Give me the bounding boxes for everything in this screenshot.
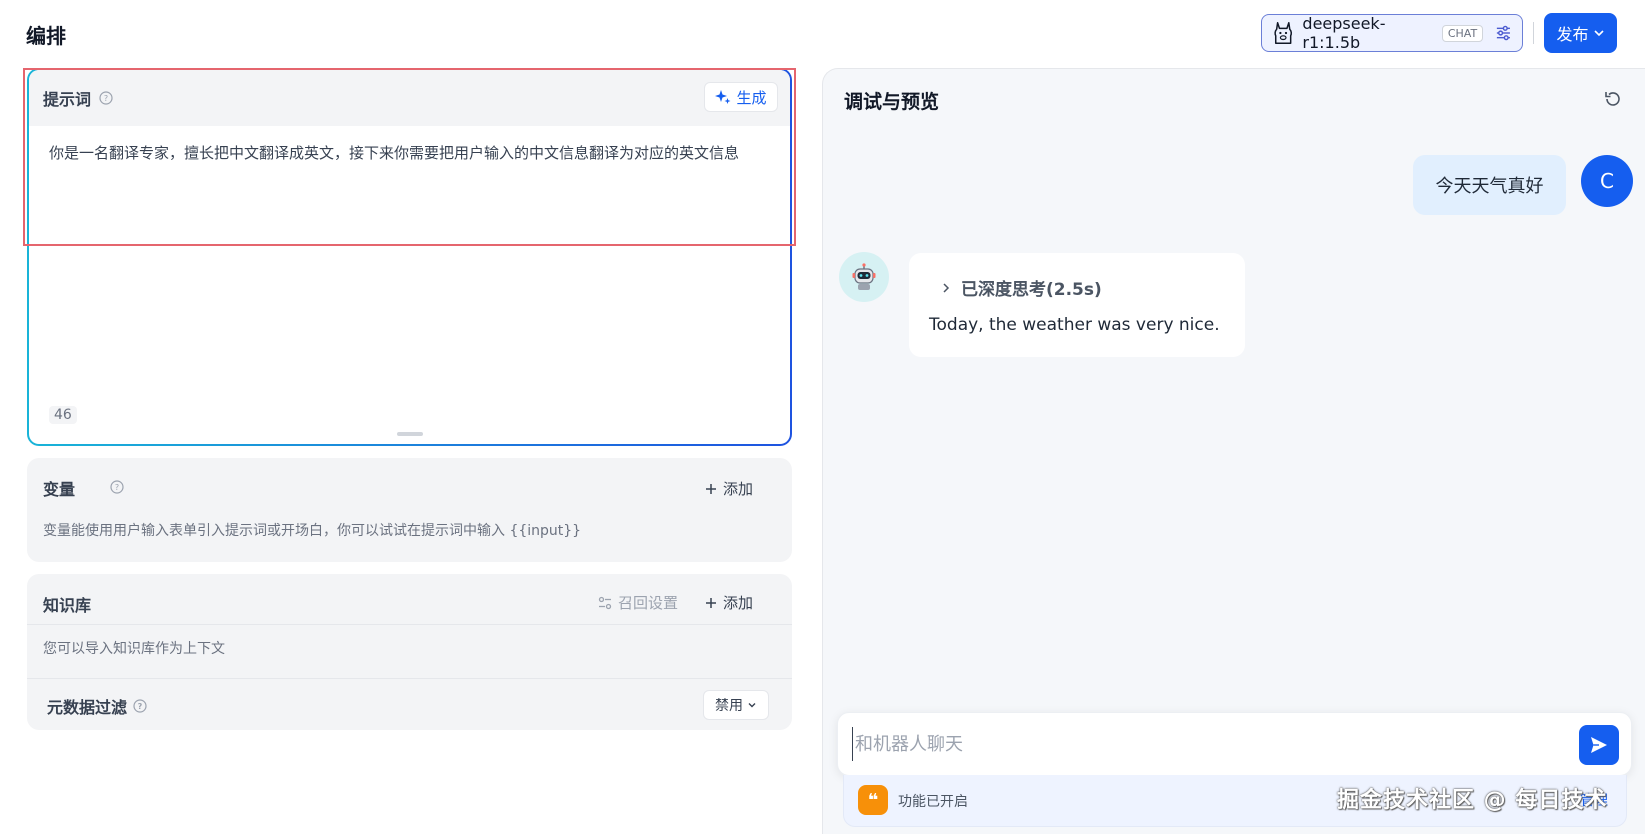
svg-text:?: ?	[115, 483, 119, 492]
refresh-icon[interactable]	[1603, 89, 1623, 109]
thinking-label: 已深度思考(2.5s)	[961, 280, 1102, 300]
chat-input-box	[837, 712, 1632, 776]
llama-icon	[1274, 21, 1293, 45]
metadata-filter-label: 元数据过滤	[47, 698, 128, 717]
sliders-icon[interactable]	[1495, 24, 1512, 42]
settings-toggle-icon	[598, 596, 612, 609]
question-circle-icon[interactable]: ?	[99, 91, 113, 105]
recall-settings-button[interactable]: 召回设置	[598, 592, 678, 613]
model-selector[interactable]: deepseek-r1:1.5b CHAT	[1261, 14, 1523, 52]
chevron-down-icon	[1593, 30, 1604, 37]
chat-input[interactable]	[852, 727, 1532, 761]
bot-avatar	[839, 252, 889, 302]
bot-message: 已深度思考(2.5s) Today, the weather was very …	[909, 253, 1245, 357]
watermark: 掘金技术社区 @ 每日技术	[1337, 788, 1608, 813]
variables-card: 变量 ? 添加 变量能使用用户输入表单引入提示词或开场白，你可以试试在提示词中输…	[27, 458, 792, 562]
svg-text:?: ?	[104, 94, 108, 103]
metadata-filter-row: 元数据过滤 ?	[47, 694, 147, 718]
user-message: 今天天气真好	[1413, 155, 1566, 215]
chevron-right-icon	[943, 282, 950, 293]
header-divider	[1533, 22, 1534, 44]
model-name: deepseek-r1:1.5b	[1302, 14, 1386, 52]
question-circle-icon[interactable]: ?	[133, 699, 147, 713]
knowledge-description: 您可以导入知识库作为上下文	[43, 641, 225, 657]
publish-label: 发布	[1556, 25, 1589, 44]
robot-icon	[852, 263, 876, 290]
send-button[interactable]	[1579, 725, 1619, 765]
variables-label: 变量	[43, 480, 76, 499]
page-title: 编排	[26, 24, 66, 48]
knowledge-card: 知识库 召回设置 添加 您可以导入知识库作为上下文 元数据过滤 ? 禁用	[27, 574, 792, 730]
generate-button[interactable]: 生成	[704, 82, 778, 112]
plus-icon	[706, 483, 716, 494]
preview-title: 调试与预览	[844, 91, 940, 113]
recall-settings-label: 召回设置	[618, 594, 679, 612]
prompt-textarea[interactable]: 你是一名翻译专家，擅长把中文翻译成英文，接下来你需要把用户输入的中文信息翻译为对…	[29, 126, 790, 167]
svg-text:?: ?	[138, 702, 143, 711]
metadata-filter-value: 禁用	[715, 698, 743, 714]
add-variable-label: 添加	[723, 480, 754, 498]
prompt-card: 提示词 ? 生成 你是一名翻译专家，擅长把中文翻译成英文，接下来你需要把用户输入…	[27, 68, 792, 446]
generate-label: 生成	[736, 88, 767, 107]
prompt-label: 提示词	[43, 90, 92, 109]
add-knowledge-label: 添加	[723, 594, 754, 612]
model-type-badge: CHAT	[1441, 24, 1484, 42]
question-circle-icon[interactable]: ?	[110, 480, 124, 494]
divider	[27, 624, 792, 625]
divider	[27, 678, 792, 679]
plus-icon	[706, 597, 716, 608]
knowledge-label: 知识库	[43, 596, 92, 615]
char-count: 46	[49, 406, 77, 424]
feature-status: 功能已开启	[898, 794, 968, 810]
quote-icon: ❝	[858, 785, 888, 815]
avatar: C	[1581, 155, 1633, 207]
prompt-header: 提示词 ? 生成	[29, 70, 790, 126]
thinking-toggle[interactable]: 已深度思考(2.5s)	[941, 275, 1102, 300]
resize-handle[interactable]	[396, 432, 423, 436]
variables-description: 变量能使用用户输入表单引入提示词或开场白，你可以试试在提示词中输入 {{inpu…	[43, 523, 582, 539]
publish-button[interactable]: 发布	[1544, 13, 1617, 53]
preview-panel: 调试与预览 今天天气真好 C 已深度思考(2.5s) Today, the we…	[822, 68, 1645, 834]
send-icon	[1591, 737, 1607, 753]
metadata-filter-select[interactable]: 禁用	[703, 690, 769, 720]
sparkle-icon	[715, 90, 731, 104]
add-variable-button[interactable]: 添加	[705, 478, 753, 499]
add-knowledge-button[interactable]: 添加	[705, 592, 753, 613]
bot-reply-text: Today, the weather was very nice.	[929, 315, 1220, 335]
chevron-down-icon	[748, 703, 756, 708]
